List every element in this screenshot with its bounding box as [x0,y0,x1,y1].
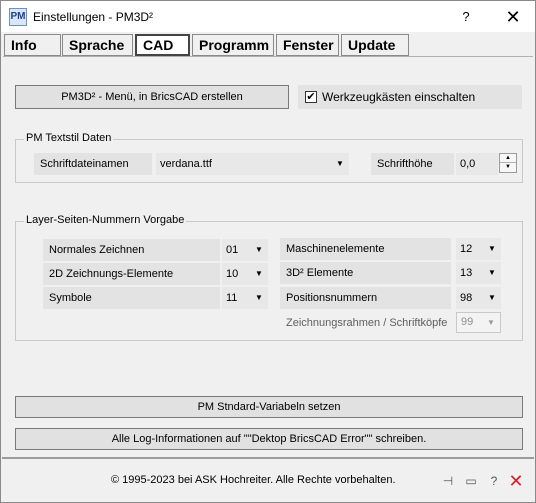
minimize-icon[interactable]: ▭ [463,473,479,489]
layer-label-2d: 2D Zeichnungs-Elemente [43,263,220,285]
reset-variables-button[interactable]: PM Stndard-Variabeln setzen [15,396,523,418]
chevron-down-icon: ▼ [255,269,263,278]
layer-select-3d[interactable]: 13 ▼ [456,262,501,284]
tab-sprache[interactable]: Sprache [62,34,133,56]
layer-label-maschinen: Maschinenelemente [280,238,451,260]
help-button[interactable]: ? [456,7,476,27]
layer-select-symbole[interactable]: 11 ▼ [222,287,268,309]
title-bar: PM Einstellungen - PM3D² ? ✕ [1,1,535,32]
footer-bar: © 1995-2023 bei ASK Hochreiter. Alle Rec… [2,457,534,501]
layer-value-rahmen: 99 [461,316,474,328]
layer-group-title: Layer-Seiten-Nummern Vorgabe [24,214,187,226]
layer-label-position: Positionsnummern [280,287,451,309]
layer-select-rahmen: 99 ▼ [456,312,501,333]
chevron-down-icon: ▼ [336,159,344,168]
toolbox-checkbox[interactable]: ✔ [305,91,317,103]
close-icon[interactable]: ✕ [508,472,524,490]
layer-value-position: 98 [460,292,473,304]
toolbox-checkbox-label: Werkzeugkästen einschalten [322,90,476,104]
close-button[interactable]: ✕ [491,4,535,30]
layer-label-symbole: Symbole [43,287,220,309]
textstyle-group-title: PM Textstil Daten [24,132,114,144]
chevron-down-icon: ▼ [488,268,496,277]
write-log-button[interactable]: Alle Log-Informationen auf ""Dektop Bric… [15,428,523,450]
chevron-down-icon: ▼ [488,244,496,253]
chevron-down-icon: ▼ [255,245,263,254]
layer-value-maschinen: 12 [460,243,473,255]
help-icon[interactable]: ? [486,473,502,489]
pin-icon[interactable]: ⊣ [440,473,456,489]
font-height-input[interactable]: 0,0 [456,153,498,175]
app-icon: PM [9,8,27,26]
chevron-down-icon: ▼ [488,293,496,302]
font-height-label: Schrifthöhe [371,153,454,175]
layer-select-maschinen[interactable]: 12 ▼ [456,238,501,260]
window-title: Einstellungen - PM3D² [33,10,154,24]
font-file-value: verdana.ttf [160,158,212,170]
font-file-label: Schriftdateinamen [34,153,152,175]
spin-up-icon[interactable]: ▲ [500,154,516,163]
tab-update[interactable]: Update [341,34,409,56]
layer-label-normal: Normales Zeichnen [43,239,220,261]
layer-select-normal[interactable]: 01 ▼ [222,239,268,261]
chevron-down-icon: ▼ [487,318,495,327]
layer-select-position[interactable]: 98 ▼ [456,287,501,309]
layer-label-3d: 3D² Elemente [280,262,451,284]
tab-bar: Info Sprache CAD Programm Fenster Update [4,34,534,56]
layer-value-normal: 01 [226,244,239,256]
font-height-spinner[interactable]: ▲ ▼ [499,153,517,173]
toolbox-checkbox-row[interactable]: ✔ Werkzeugkästen einschalten [298,85,522,109]
tab-cad[interactable]: CAD [135,34,190,56]
tab-info[interactable]: Info [4,34,61,56]
layer-value-2d: 10 [226,268,239,280]
tab-programm[interactable]: Programm [192,34,274,56]
create-menu-button[interactable]: PM3D² - Menü, in BricsCAD erstellen [15,85,289,109]
layer-value-symbole: 11 [226,292,238,304]
layer-select-2d[interactable]: 10 ▼ [222,263,268,285]
layer-label-rahmen: Zeichnungsrahmen / Schriftköpfe [286,317,448,329]
font-file-select[interactable]: verdana.ttf ▼ [156,153,349,175]
tab-fenster[interactable]: Fenster [276,34,339,56]
spin-down-icon[interactable]: ▼ [500,163,516,172]
layer-value-3d: 13 [460,267,473,279]
settings-window: PM Einstellungen - PM3D² ? ✕ Info Sprach… [0,0,536,503]
chevron-down-icon: ▼ [255,293,263,302]
copyright-text: © 1995-2023 bei ASK Hochreiter. Alle Rec… [111,474,396,486]
